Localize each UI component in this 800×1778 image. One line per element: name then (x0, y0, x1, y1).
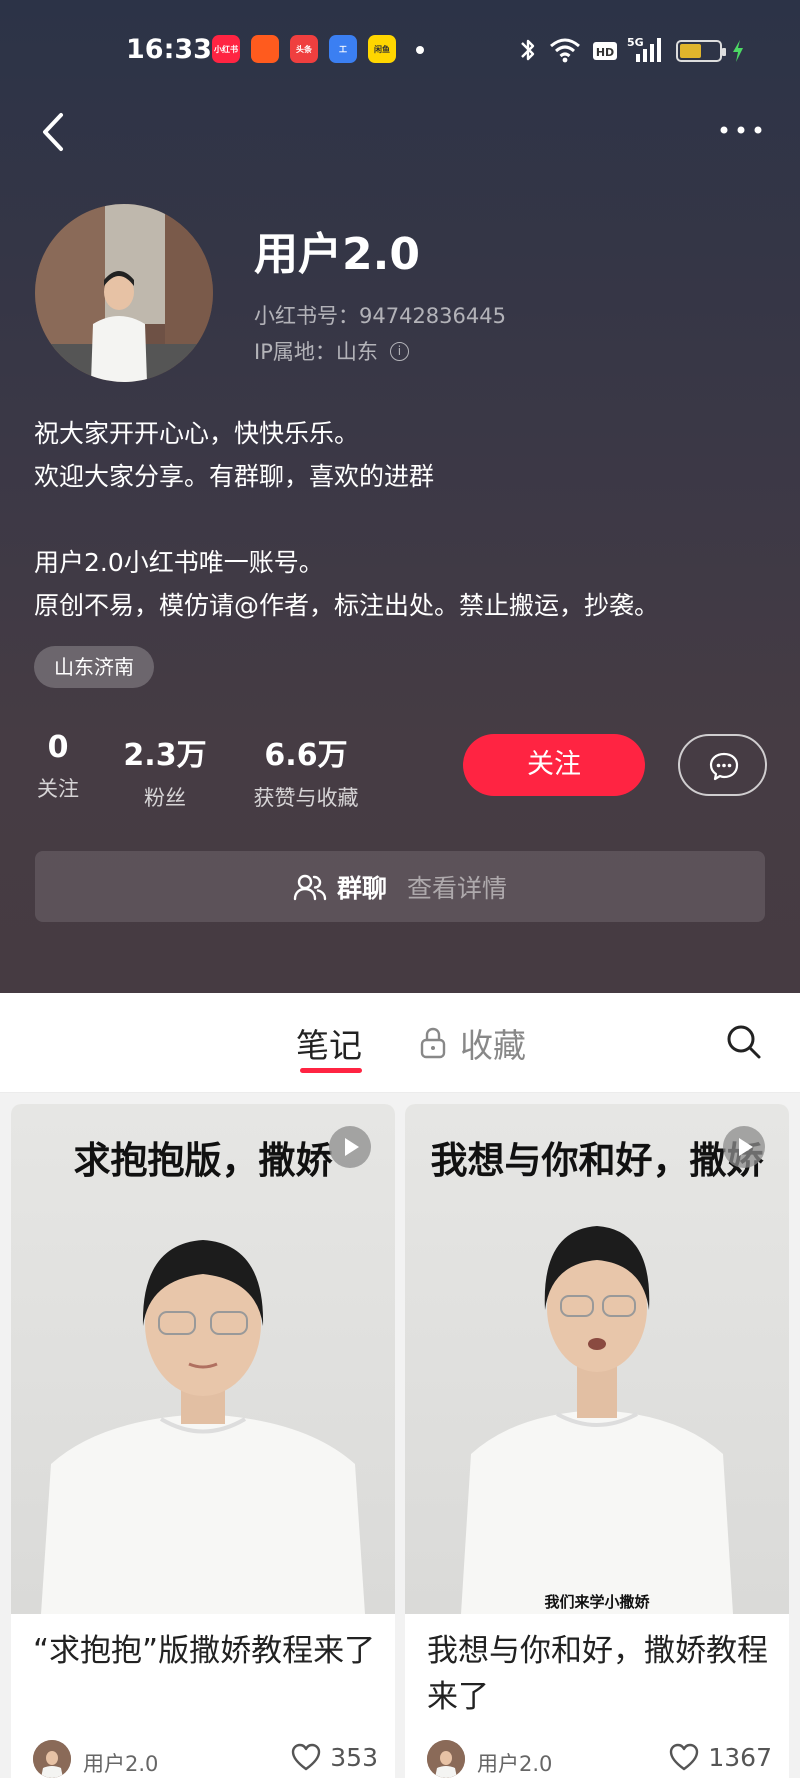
note-cover: 求抱抱版，撒娇 (11, 1104, 395, 1614)
content-tabs: 笔记 收藏 (0, 993, 800, 1093)
stat-followers[interactable]: 2.3万 粉丝 (120, 730, 210, 812)
tab-favorites-label: 收藏 (460, 1026, 526, 1065)
group-icon (293, 874, 327, 900)
follow-button[interactable]: 关注 (463, 734, 645, 796)
svg-text:HD: HD (596, 46, 614, 59)
group-chat-bar[interactable]: 群聊 查看详情 (35, 851, 765, 922)
cover-person-image (41, 1240, 365, 1614)
xiaohongshu-app-icon: 小红书 (212, 35, 240, 63)
signal-icon: 5G (627, 36, 661, 62)
stat-likes-favorites[interactable]: 6.6万 获赞与收藏 (244, 730, 368, 812)
group-chat-label: 群聊 (336, 873, 387, 903)
play-icon (329, 1126, 371, 1168)
tab-notes[interactable]: 笔记 (296, 1019, 362, 1067)
stat-num: 2.3万 (123, 738, 207, 773)
stat-label: 关注 (37, 777, 79, 801)
lock-icon (420, 1027, 446, 1059)
work-app-icon: 工 (329, 35, 357, 63)
stat-label: 获赞与收藏 (253, 786, 359, 810)
active-tab-indicator (300, 1068, 362, 1073)
chat-bubble-icon (709, 752, 739, 781)
note-title: 我想与你和好，撒娇教程来了 (427, 1633, 768, 1715)
stat-num: 6.6万 (264, 738, 348, 773)
tab-favorites[interactable]: 收藏 (418, 1019, 526, 1067)
info-icon[interactable]: i (389, 341, 409, 361)
profile-name: 用户2.0 (254, 229, 420, 280)
heart-icon (292, 1743, 321, 1771)
note-cover: 我想与你和好，撒娇 我们来学小撒娇 (405, 1104, 789, 1614)
author-name[interactable]: 用户2.0 (477, 1748, 552, 1778)
profile-bio: 祝大家开开心心，快快乐乐。 欢迎大家分享。有群聊，喜欢的进群 用户2.0小红书唯… (34, 419, 660, 620)
xianyu-app-icon: 闲鱼 (368, 35, 396, 63)
group-chat-detail: 查看详情 (407, 873, 508, 903)
author-avatar[interactable] (427, 1740, 465, 1778)
hd-icon: HD (593, 42, 617, 60)
cover-subtitle: 我们来学小撒娇 (544, 1593, 650, 1611)
location-tag[interactable]: 山东济南 (34, 646, 154, 688)
author-avatar[interactable] (33, 1740, 71, 1778)
kuaishou-app-icon (251, 35, 279, 63)
profile-ip-location: IP属地：山东 i (254, 336, 409, 366)
note-title: “求抱抱”版撒娇教程来了 (33, 1633, 376, 1669)
status-time: 16:33 (126, 34, 212, 65)
like-count[interactable]: 1367 (668, 1742, 772, 1772)
note-card[interactable]: 我想与你和好，撒娇 我们来学小撒娇 我想与你和好，撒娇教程来了 用户2.0 13… (405, 1104, 789, 1778)
notification-dot (416, 46, 424, 54)
charging-icon (733, 40, 743, 62)
cover-person-image (461, 1226, 733, 1614)
author-name[interactable]: 用户2.0 (83, 1748, 158, 1778)
avatar[interactable] (35, 204, 213, 382)
stat-label: 粉丝 (144, 786, 186, 810)
svg-text:5G: 5G (627, 36, 644, 49)
like-count-value: 353 (330, 1742, 378, 1772)
play-icon (723, 1126, 765, 1168)
more-options-icon[interactable] (716, 113, 766, 147)
battery-icon (676, 40, 726, 62)
bluetooth-icon (521, 39, 535, 61)
ip-label: IP属地：山东 (254, 340, 378, 364)
status-bar: 16:33 小红书 头条 工 闲鱼 HD 5G (0, 30, 800, 74)
toutiao-app-icon: 头条 (290, 35, 318, 63)
back-icon[interactable] (36, 105, 76, 159)
profile-header: 16:33 小红书 头条 工 闲鱼 HD 5G 用户2.0 小红书号：94742… (0, 0, 800, 993)
heart-icon (670, 1743, 699, 1771)
note-footer: 用户2.0 1367 (427, 1738, 772, 1778)
note-footer: 用户2.0 353 (33, 1738, 378, 1778)
like-count[interactable]: 353 (290, 1742, 378, 1772)
profile-id: 小红书号：94742836445 (254, 304, 506, 328)
stat-num: 0 (47, 730, 69, 765)
stat-following[interactable]: 0 关注 (34, 730, 82, 803)
like-count-value: 1367 (708, 1742, 772, 1772)
message-button[interactable] (678, 734, 767, 796)
note-card[interactable]: 求抱抱版，撒娇 “求抱抱”版撒娇教程来了 用户2.0 353 (11, 1104, 395, 1778)
wifi-icon (550, 38, 580, 63)
search-icon[interactable] (724, 1022, 764, 1062)
